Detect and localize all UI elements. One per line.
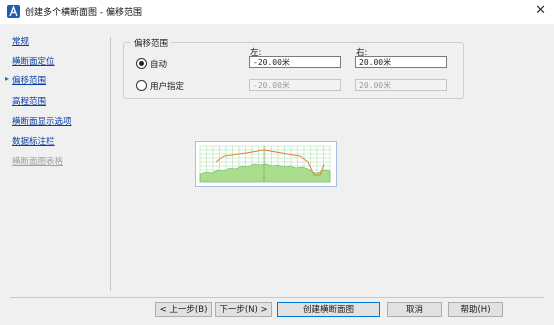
autocad-app-icon [7,5,20,18]
offset-range-group-title: 偏移范围 [131,37,172,49]
nav-item-section-placement[interactable]: 横断面定位 [12,55,55,67]
window-title: 创建多个横断面图 - 偏移范围 [25,8,142,18]
close-icon[interactable]: ✕ [535,3,546,18]
next-button[interactable]: 下一步(N) > [215,302,272,317]
nav-item-section-tables: 横断面图表格 [12,157,64,167]
footer-divider [10,297,544,298]
nav-item-display-options[interactable]: 横断面显示选项 [12,115,72,127]
prev-button[interactable]: < 上一步(B) [155,302,212,317]
section-view-preview [195,141,337,187]
selected-arrow-icon: ▸ [5,74,10,83]
help-button[interactable]: 帮助(H) [448,302,503,317]
auto-radio[interactable] [136,58,147,69]
auto-right-offset-field[interactable]: 20.00米 [355,56,447,68]
cancel-button[interactable]: 取消 [387,302,442,317]
user-right-offset-field: 20.00米 [355,79,447,91]
nav-item-data-bands[interactable]: 数据标注栏 [12,135,55,147]
user-specified-radio-label[interactable]: 用户指定 [150,80,184,92]
vertical-divider [110,37,111,291]
auto-radio-label[interactable]: 自动 [150,58,167,70]
user-specified-radio[interactable] [136,80,147,91]
auto-left-offset-field[interactable]: -20.00米 [249,56,341,68]
nav-item-elevation-range[interactable]: 高程范围 [12,95,46,107]
title-bar: 创建多个横断面图 - 偏移范围 ✕ [0,0,554,24]
nav-item-offset-range[interactable]: 偏移范围 [12,74,46,86]
user-left-offset-field: -20.00米 [249,79,341,91]
create-section-views-button[interactable]: 创建横断面图 [277,302,380,317]
nav-item-general[interactable]: 常规 [12,35,29,47]
